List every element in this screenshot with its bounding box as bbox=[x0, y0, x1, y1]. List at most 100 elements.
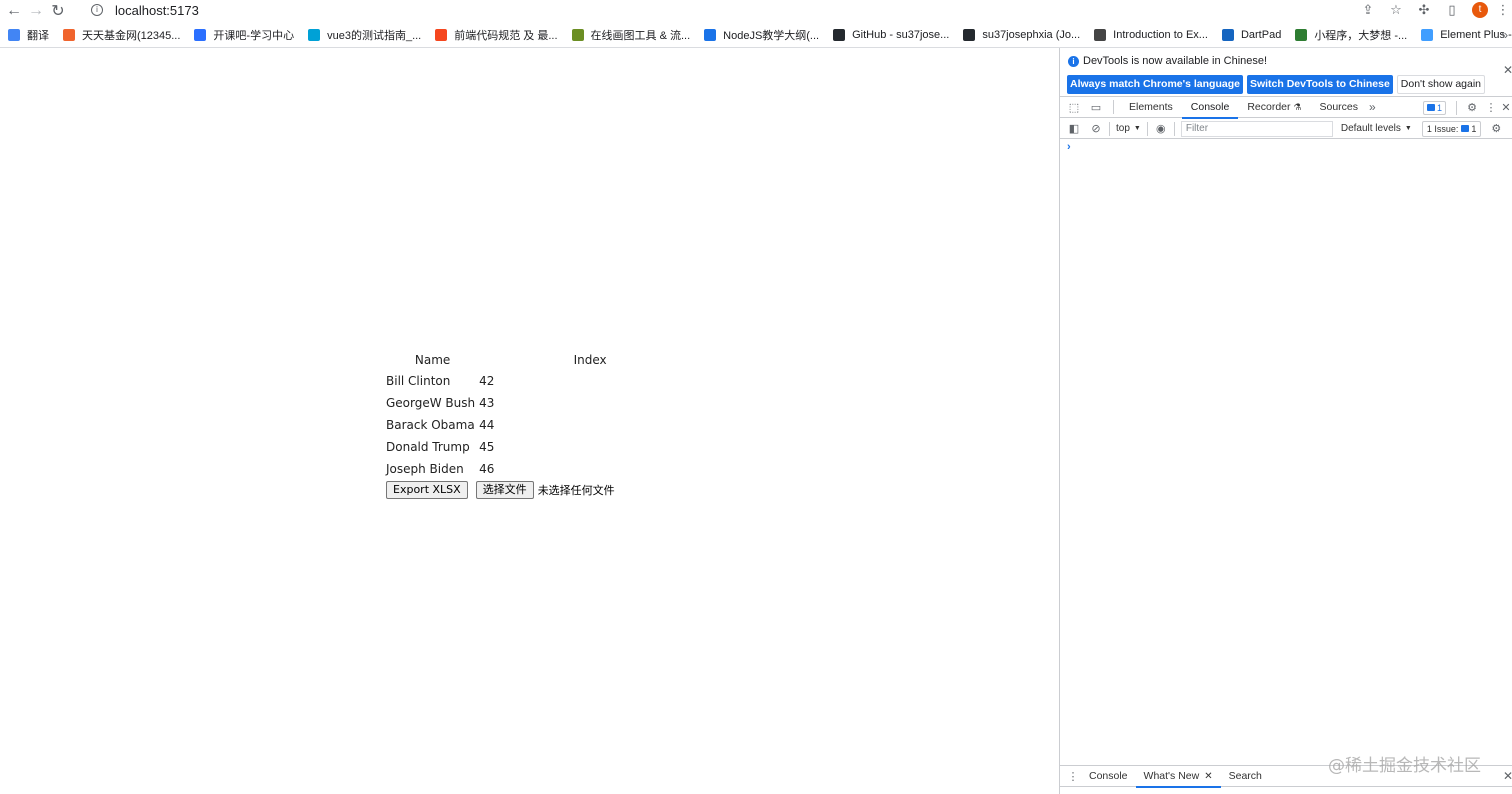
github-icon bbox=[833, 29, 846, 41]
name-cell: Donald Trump bbox=[386, 440, 470, 454]
bookmark-item[interactable]: 开课吧-学习中心 bbox=[186, 24, 300, 46]
bilibili-icon bbox=[308, 29, 321, 41]
close-icon[interactable]: ✕ bbox=[1503, 63, 1512, 77]
red-square-icon bbox=[435, 29, 448, 41]
github-icon bbox=[963, 29, 976, 41]
issues-label: 1 Issue: bbox=[1426, 123, 1459, 134]
bookmark-label: Introduction to Ex... bbox=[1113, 29, 1208, 41]
extensions-puzzle-icon[interactable]: ✣ bbox=[1410, 0, 1438, 20]
table-row: Joseph Biden 46 bbox=[386, 458, 701, 480]
bookmarks-overflow-chevron-icon[interactable]: » bbox=[1501, 24, 1508, 46]
tab-console[interactable]: Console bbox=[1181, 97, 1239, 119]
bookmark-star-icon[interactable]: ☆ bbox=[1382, 0, 1410, 20]
console-filter-input[interactable]: Filter bbox=[1180, 120, 1333, 137]
devtools-menu-kebab-icon[interactable]: ⋮ bbox=[1483, 98, 1499, 118]
bookmark-item[interactable]: Element Plus - Th... bbox=[1413, 24, 1512, 46]
divider bbox=[1173, 121, 1175, 136]
site-info-icon[interactable]: i bbox=[91, 4, 103, 16]
bookmark-item[interactable]: 天天基金网(12345... bbox=[55, 24, 186, 46]
profile-avatar[interactable]: t bbox=[1472, 2, 1488, 18]
recorder-flask-icon: ⚗ bbox=[1293, 101, 1302, 112]
element-icon bbox=[1421, 29, 1434, 41]
bookmark-item[interactable]: 小程序，大梦想 -... bbox=[1287, 24, 1413, 46]
tab-recorder[interactable]: Recorder ⚗ bbox=[1238, 97, 1310, 118]
bookmark-item[interactable]: NodeJS教学大纲(... bbox=[696, 24, 825, 46]
inspect-element-icon[interactable]: ⬚ bbox=[1063, 97, 1085, 117]
export-xlsx-button[interactable]: Export XLSX bbox=[386, 481, 468, 499]
bookmark-label: 翻译 bbox=[27, 30, 49, 42]
name-column-header: Name bbox=[414, 353, 451, 367]
more-tabs-chevron-icon[interactable]: » bbox=[1369, 100, 1376, 114]
bookmark-item[interactable]: 翻译 bbox=[0, 24, 55, 46]
clear-console-icon[interactable]: ⊘ bbox=[1085, 119, 1107, 139]
drawer-tab-console[interactable]: Console bbox=[1081, 766, 1136, 787]
bookmark-item[interactable]: GitHub - su37jose... bbox=[825, 24, 955, 46]
bookmark-item[interactable]: DartPad bbox=[1214, 24, 1287, 46]
sidebar-toggle-icon[interactable]: ◧ bbox=[1063, 119, 1085, 139]
console-toolbar: ◧ ⊘ top ▼ ◉ Filter Default levels ▼ 1 Is… bbox=[1060, 119, 1512, 139]
onenote-icon bbox=[704, 29, 717, 41]
console-settings-gear-icon[interactable]: ⚙ bbox=[1485, 119, 1507, 139]
browser-toolbar: ← → ↻ i localhost:5173 ⇪ ☆ ✣ ▯ t ⋮ bbox=[0, 0, 1512, 22]
bookmarks-bar: 翻译 天天基金网(12345... 开课吧-学习中心 vue3的测试指南_... 前端代… bbox=[0, 24, 1512, 46]
bookmark-label: 开课吧-学习中心 bbox=[213, 30, 295, 42]
log-levels-selector[interactable]: Default levels ▼ bbox=[1337, 123, 1416, 134]
back-arrow-icon[interactable]: ← bbox=[3, 0, 25, 22]
presidents-table: Name Index Bill Clinton 42 GeorgeW Bush 43 B… bbox=[386, 350, 701, 480]
bookmark-item[interactable]: vue3的测试指南_... bbox=[300, 24, 427, 46]
name-cell: GeorgeW Bush bbox=[386, 396, 476, 410]
menu-kebab-icon[interactable]: ⋮ bbox=[1494, 0, 1512, 20]
tab-sources[interactable]: Sources bbox=[1311, 97, 1368, 118]
index-cell: 43 bbox=[479, 396, 495, 410]
close-devtools-icon[interactable]: ✕ bbox=[1499, 98, 1512, 118]
url-text[interactable]: localhost:5173 bbox=[115, 3, 199, 18]
name-cell: Barack Obama bbox=[386, 418, 475, 432]
switch-language-button[interactable]: Switch DevTools to Chinese bbox=[1246, 75, 1393, 94]
console-prompt[interactable]: › bbox=[1067, 141, 1071, 153]
live-expression-eye-icon[interactable]: ◉ bbox=[1150, 119, 1172, 139]
table-row: Bill Clinton 42 bbox=[386, 370, 701, 392]
device-toolbar-icon[interactable]: ▭ bbox=[1085, 97, 1107, 117]
table-row: Donald Trump 45 bbox=[386, 436, 701, 458]
watermark: @稀土掘金技术社区 bbox=[1328, 756, 1481, 776]
dont-show-again-button[interactable]: Don't show again bbox=[1396, 75, 1486, 94]
dart-icon bbox=[1221, 29, 1234, 41]
forward-arrow-icon[interactable]: → bbox=[25, 0, 47, 22]
divider bbox=[1456, 100, 1457, 115]
toolbar-actions: ⇪ ☆ ✣ ▯ t ⋮ bbox=[1354, 0, 1512, 20]
close-drawer-icon[interactable]: ✕ bbox=[1503, 769, 1512, 783]
index-cell: 45 bbox=[479, 440, 495, 454]
dropdown-caret-icon: ▼ bbox=[1133, 125, 1141, 132]
drawer-tab-search[interactable]: Search bbox=[1221, 766, 1270, 787]
close-tab-icon[interactable]: ✕ bbox=[1204, 766, 1212, 787]
app-root: Name Index Bill Clinton 42 GeorgeW Bush 43 B… bbox=[386, 350, 701, 499]
reload-icon[interactable]: ↻ bbox=[47, 0, 69, 22]
messages-badge[interactable]: 1 bbox=[1422, 100, 1446, 115]
kaikeba-icon bbox=[194, 29, 207, 41]
drawer-menu-kebab-icon[interactable]: ⋮ bbox=[1065, 770, 1081, 783]
bookmark-item[interactable]: 前端代码规范 及 最... bbox=[427, 24, 563, 46]
issue-message-icon bbox=[1461, 125, 1470, 132]
infobar-buttons: Always match Chrome's language Switch De… bbox=[1067, 75, 1489, 94]
tab-elements[interactable]: Elements bbox=[1120, 97, 1182, 118]
index-column-header: Index bbox=[573, 353, 607, 367]
settings-gear-icon[interactable]: ⚙ bbox=[1461, 98, 1483, 118]
side-panel-icon[interactable]: ▯ bbox=[1438, 0, 1466, 20]
bookmark-item[interactable]: 在线画图工具 & 流... bbox=[564, 24, 697, 46]
context-selector[interactable]: top ▼ bbox=[1112, 123, 1145, 134]
messages-count: 1 bbox=[1436, 102, 1442, 113]
choose-file-button[interactable]: 选择文件 bbox=[475, 481, 534, 499]
share-icon[interactable]: ⇪ bbox=[1354, 0, 1382, 20]
log-levels-value: Default levels bbox=[1340, 123, 1401, 134]
divider bbox=[1146, 121, 1148, 136]
drawer-tab-whats-new[interactable]: What's New ✕ bbox=[1135, 766, 1221, 788]
divider bbox=[1113, 100, 1114, 114]
issues-button[interactable]: 1 Issue: 1 bbox=[1421, 120, 1482, 137]
bookmark-label: 前端代码规范 及 最... bbox=[454, 30, 558, 42]
index-cell: 46 bbox=[479, 462, 495, 476]
bookmark-item[interactable]: su37josephxia (Jo... bbox=[955, 24, 1086, 46]
bookmark-label: DartPad bbox=[1240, 29, 1282, 41]
address-bar[interactable]: i localhost:5173 bbox=[82, 0, 1412, 20]
match-language-button[interactable]: Always match Chrome's language bbox=[1067, 75, 1243, 94]
bookmark-item[interactable]: Introduction to Ex... bbox=[1086, 24, 1214, 46]
